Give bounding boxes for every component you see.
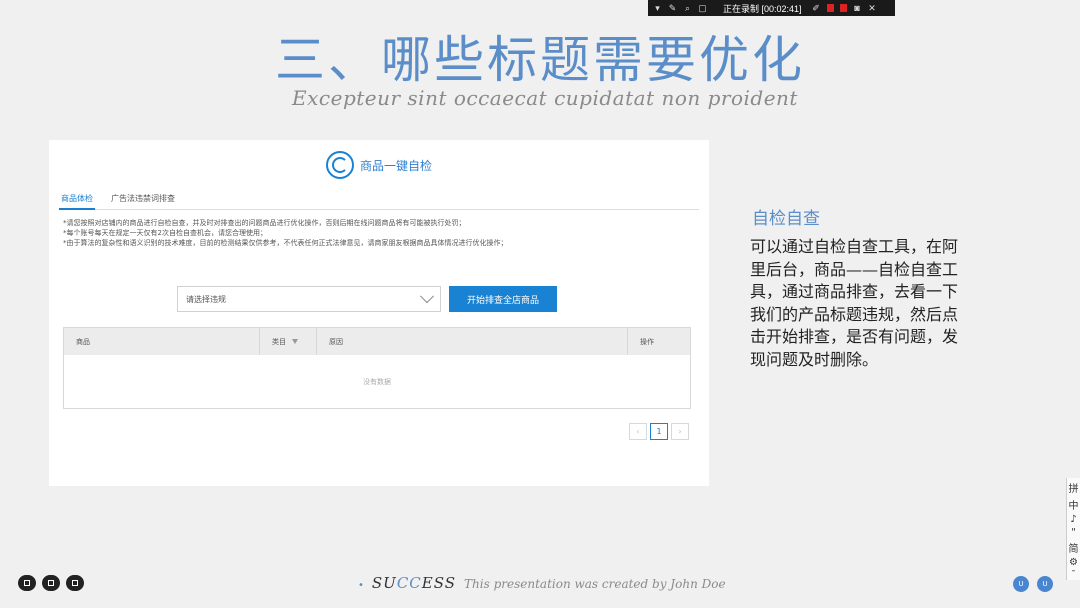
dropdown-icon[interactable]: ▾ xyxy=(653,3,662,13)
window-icon[interactable]: ▢ xyxy=(698,3,707,13)
page-nav: U U xyxy=(1013,576,1053,592)
footer: • SUCCESS This presentation was created … xyxy=(358,574,726,592)
ime-toolbar: 拼 中 ♪ " 简 ⚙ ¯ xyxy=(1066,478,1080,581)
zoom-icon[interactable]: ⌕ xyxy=(683,3,692,13)
self-check-panel: 商品一键自检 商品体检 广告法违禁词排查 *请您按照对店铺内的商品进行自检自查，… xyxy=(49,140,709,486)
violation-select[interactable]: 请选择违规 xyxy=(177,286,441,312)
side-heading: 自检自查 xyxy=(752,209,820,229)
chevron-down-icon xyxy=(419,289,435,304)
slide-controls xyxy=(18,575,84,591)
results-table: 商品 类目 原因 操作 没有数据 xyxy=(63,327,691,409)
slide-title: 三、哪些标题需要优化 xyxy=(275,31,805,89)
violation-select-value: 请选择违规 xyxy=(186,294,226,304)
ime-more-icon[interactable]: ¯ xyxy=(1071,570,1076,581)
pagination: ‹ 1 › xyxy=(629,423,689,440)
gauge-logo-icon xyxy=(325,151,354,179)
footer-brand: SUCCESS xyxy=(371,574,457,592)
ime-settings-icon[interactable]: ⚙ xyxy=(1069,557,1078,568)
next-slide-icon[interactable] xyxy=(66,575,84,591)
side-body: 可以通过自检自查工具，在阿里后台，商品——自检自查工具，通过商品排查，去看一下我… xyxy=(750,237,959,369)
notice-line: *由于算法的复杂性和语义识别的技术难度，目前的检测结果仅供参考，不代表任何正式法… xyxy=(63,239,508,247)
ime-sound-icon[interactable]: ♪ xyxy=(1070,514,1076,525)
notice-text: *请您按照对店铺内的商品进行自检自查，并及时对排查出的问题商品进行优化操作，否则… xyxy=(63,218,699,248)
column-header-reason: 原因 xyxy=(317,328,628,355)
table-header: 商品 类目 原因 操作 xyxy=(64,328,690,355)
column-header-category[interactable]: 类目 xyxy=(260,328,317,355)
slide-subtitle: Excepteur sint occaecat cupidatat non pr… xyxy=(292,86,798,110)
page-1-button[interactable]: 1 xyxy=(650,423,668,440)
column-header-product: 商品 xyxy=(64,328,260,355)
ime-punct-icon[interactable]: " xyxy=(1071,527,1076,538)
panel-header: 商品一键自检 xyxy=(49,148,709,182)
notice-line: *请您按照对店铺内的商品进行自检自查，并及时对排查出的问题商品进行优化操作，否则… xyxy=(63,219,466,227)
recording-toolbar: ▾ ✎ ⌕ ▢ 正在录制 [00:02:41] ✐ ◙ ✕ xyxy=(648,0,895,16)
recording-status: 正在录制 [00:02:41] xyxy=(723,3,802,14)
camera-icon[interactable]: ◙ xyxy=(853,3,862,13)
prev-page-button[interactable]: ‹ xyxy=(629,423,647,440)
stop-icon[interactable] xyxy=(839,4,847,12)
tab-product-check[interactable]: 商品体检 xyxy=(59,190,95,210)
next-page-button[interactable]: › xyxy=(671,423,689,440)
tab-ad-law-check[interactable]: 广告法违禁词排查 xyxy=(109,190,177,210)
nav-dot-icon[interactable]: U xyxy=(1013,576,1029,592)
search-row: 请选择违规 开始排查全店商品 xyxy=(177,286,557,312)
tab-bar: 商品体检 广告法违禁词排查 xyxy=(59,190,699,210)
ime-simplified-icon[interactable]: 简 xyxy=(1069,540,1079,555)
ime-chinese-icon[interactable]: 中 xyxy=(1069,497,1079,512)
table-empty-state: 没有数据 xyxy=(363,377,391,386)
prev-slide-icon[interactable] xyxy=(18,575,36,591)
panel-title: 商品一键自检 xyxy=(359,158,432,173)
nav-dot-icon[interactable]: U xyxy=(1037,576,1053,592)
notice-line: *每个账号每天在规定一天仅有2次自检自查机会，请您合理使用； xyxy=(63,229,267,237)
start-check-button[interactable]: 开始排查全店商品 xyxy=(449,286,557,312)
pen-icon[interactable]: ✎ xyxy=(668,3,677,13)
ime-pinyin-icon[interactable]: 拼 xyxy=(1069,480,1079,495)
filter-icon[interactable] xyxy=(292,339,298,344)
close-icon[interactable]: ✕ xyxy=(868,3,877,13)
bullet-icon: • xyxy=(358,580,364,591)
pause-icon[interactable] xyxy=(826,4,834,12)
column-header-action: 操作 xyxy=(640,337,654,346)
menu-icon[interactable] xyxy=(42,575,60,591)
footer-text: This presentation was created by John Do… xyxy=(464,577,726,591)
draw-icon[interactable]: ✐ xyxy=(812,3,821,13)
